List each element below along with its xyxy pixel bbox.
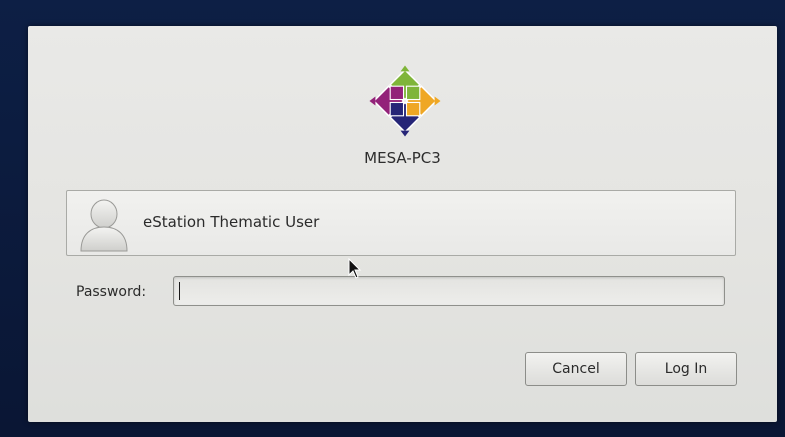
password-input[interactable] [173, 276, 725, 306]
hostname-label: MESA-PC3 [364, 149, 441, 167]
password-label: Password: [76, 284, 147, 300]
mouse-pointer-icon [348, 258, 362, 279]
text-caret [179, 282, 180, 300]
login-dialog: MESA-PC3 eStation Thematic User Password… [28, 26, 777, 422]
user-list-item[interactable]: eStation Thematic User [66, 190, 736, 256]
desktop-background: MESA-PC3 eStation Thematic User Password… [0, 0, 785, 437]
user-name-label: eStation Thematic User [143, 213, 320, 231]
cancel-button[interactable]: Cancel [525, 352, 627, 386]
user-avatar-icon [80, 199, 128, 252]
centos-logo-icon [369, 65, 441, 137]
log-in-button[interactable]: Log In [635, 352, 737, 386]
